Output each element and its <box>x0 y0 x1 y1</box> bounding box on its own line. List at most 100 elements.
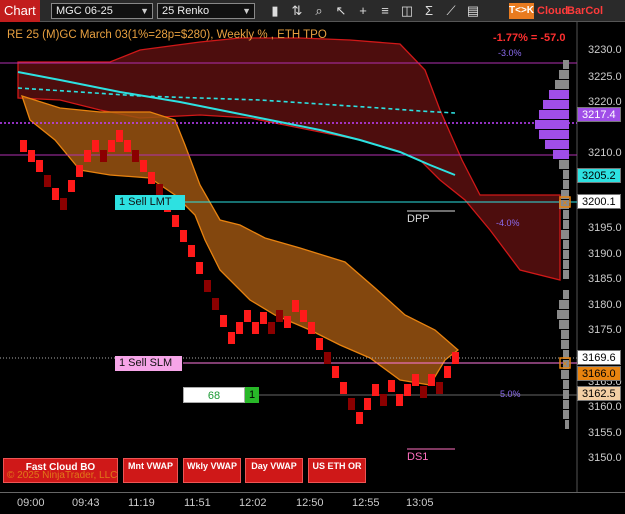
chart-tab[interactable]: Chart <box>0 0 40 22</box>
cloud-toggle-button[interactable]: Cloud <box>537 3 568 19</box>
sell-slm-price-flag: 3166.0 <box>577 366 621 381</box>
renko-brick <box>28 150 35 162</box>
mnt-vwap-button[interactable]: Mnt VWAP <box>123 458 178 483</box>
renko-brick <box>76 165 83 177</box>
renko-brick <box>364 398 371 410</box>
draw-tools-icon[interactable]: ⇅ <box>288 3 306 19</box>
indicator-icon[interactable]: Ʃ <box>420 3 438 19</box>
price-tick: 3230.0 <box>588 44 622 56</box>
time-axis: 09:00 09:43 11:19 11:51 12:02 12:50 12:5… <box>0 492 625 514</box>
tk-toggle-button[interactable]: T<>K <box>509 3 534 19</box>
renko-brick <box>444 366 451 378</box>
tpo-profile-bar <box>563 260 569 269</box>
renko-brick <box>316 338 323 350</box>
quantity-button[interactable]: 1 <box>245 387 259 403</box>
renko-brick <box>188 245 195 257</box>
copyright-notice: © 2025 NinjaTrader, LLC <box>7 470 118 481</box>
quantity-field[interactable]: 68 <box>183 387 245 403</box>
chart-toolbar: Chart MGC 06-25 ▼ 25 Renko ▼ ▮ ⇅ ⌕ ↖ + ≡… <box>0 0 625 22</box>
pointer-icon[interactable]: ↖ <box>332 3 350 19</box>
tpo-profile-bar <box>563 220 569 229</box>
instrument-label: MGC 06-25 <box>56 5 113 17</box>
renko-brick <box>92 140 99 152</box>
orange-price-flag: 3162.5 <box>577 386 621 401</box>
bar-type-label: 25 Renko <box>162 5 210 17</box>
renko-brick <box>404 384 411 396</box>
renko-brick <box>228 332 235 344</box>
time-tick: 12:02 <box>239 497 267 509</box>
sell-slm-order-tag[interactable]: 1 Sell SLM <box>115 356 182 371</box>
svg-text:×: × <box>562 359 568 370</box>
renko-brick <box>396 394 403 406</box>
tpo-profile-bar <box>561 330 569 339</box>
renko-brick <box>356 412 363 424</box>
renko-brick <box>388 380 395 392</box>
tpo-profile-bar <box>539 110 569 119</box>
renko-brick <box>452 352 459 364</box>
time-tick: 11:51 <box>184 497 211 509</box>
renko-brick <box>148 172 155 184</box>
level-label: 5.0% <box>500 389 521 399</box>
us-eth-or-button[interactable]: US ETH OR <box>308 458 366 483</box>
zoom-icon[interactable]: ⌕ <box>310 3 328 19</box>
level-label: -3.0% <box>498 48 522 58</box>
renko-brick <box>300 310 307 322</box>
chart-panel[interactable]: × × <box>0 22 625 492</box>
price-tick: 3180.0 <box>588 299 622 311</box>
tpo-profile-bar <box>549 90 569 99</box>
crosshair-icon[interactable]: + <box>354 3 372 19</box>
price-tick: 3155.0 <box>588 427 622 439</box>
tpo-profile-bar <box>535 120 569 129</box>
renko-brick <box>380 394 387 406</box>
renko-brick <box>180 230 187 242</box>
measure-icon[interactable]: ◫ <box>398 3 416 19</box>
current-price-flag: 3169.6 <box>577 350 621 365</box>
renko-brick <box>268 322 275 334</box>
instrument-selector[interactable]: MGC 06-25 ▼ <box>51 3 153 19</box>
renko-brick <box>324 352 331 364</box>
bar-style-icon[interactable]: ▮ <box>266 3 284 19</box>
tpo-profile-bar <box>565 420 569 429</box>
time-tick: 11:19 <box>128 497 155 509</box>
renko-brick <box>236 322 243 334</box>
text-tool-icon[interactable]: ≡ <box>376 3 394 19</box>
renko-brick <box>172 215 179 227</box>
day-vwap-button[interactable]: Day VWAP <box>245 458 303 483</box>
properties-icon[interactable]: ▤ <box>464 3 482 19</box>
renko-brick <box>332 366 339 378</box>
tpo-profile-bar <box>545 140 569 149</box>
tpo-profile-bar <box>563 60 569 69</box>
wkly-vwap-button[interactable]: Wkly VWAP <box>183 458 241 483</box>
sell-limit-order-tag[interactable]: 1 Sell LMT <box>115 195 185 210</box>
tpo-profile-bar <box>553 150 569 159</box>
renko-brick <box>100 150 107 162</box>
tpo-profile-bar <box>563 240 569 249</box>
tpo-profile-bar <box>563 390 569 399</box>
tpo-profile-bar <box>559 160 569 169</box>
tpo-profile-bar <box>539 130 569 139</box>
tpo-profile-bar <box>555 80 569 89</box>
bar-type-selector[interactable]: 25 Renko ▼ <box>157 3 255 19</box>
tpo-profile-bar <box>543 100 569 109</box>
price-tick: 3185.0 <box>588 273 622 285</box>
renko-brick <box>308 322 315 334</box>
time-tick: 09:43 <box>72 497 100 509</box>
renko-brick <box>372 384 379 396</box>
barcol-toggle-button[interactable]: BarCol <box>567 3 603 19</box>
time-tick: 09:00 <box>17 497 45 509</box>
time-tick: 13:05 <box>406 497 434 509</box>
cyan-price-flag: 3205.2 <box>577 168 621 183</box>
tpo-profile-bar <box>563 380 569 389</box>
time-tick: 12:55 <box>352 497 380 509</box>
renko-brick <box>36 160 43 172</box>
renko-brick <box>116 130 123 142</box>
tpo-profile-bar <box>563 400 569 409</box>
strategy-icon[interactable]: ⟋ <box>442 3 460 19</box>
renko-brick <box>124 140 131 152</box>
renko-brick <box>84 150 91 162</box>
renko-brick <box>412 374 419 386</box>
price-tick: 3160.0 <box>588 401 622 413</box>
tpo-profile-bar <box>559 320 569 329</box>
tpo-profile-bar <box>559 300 569 309</box>
time-tick: 12:50 <box>296 497 324 509</box>
